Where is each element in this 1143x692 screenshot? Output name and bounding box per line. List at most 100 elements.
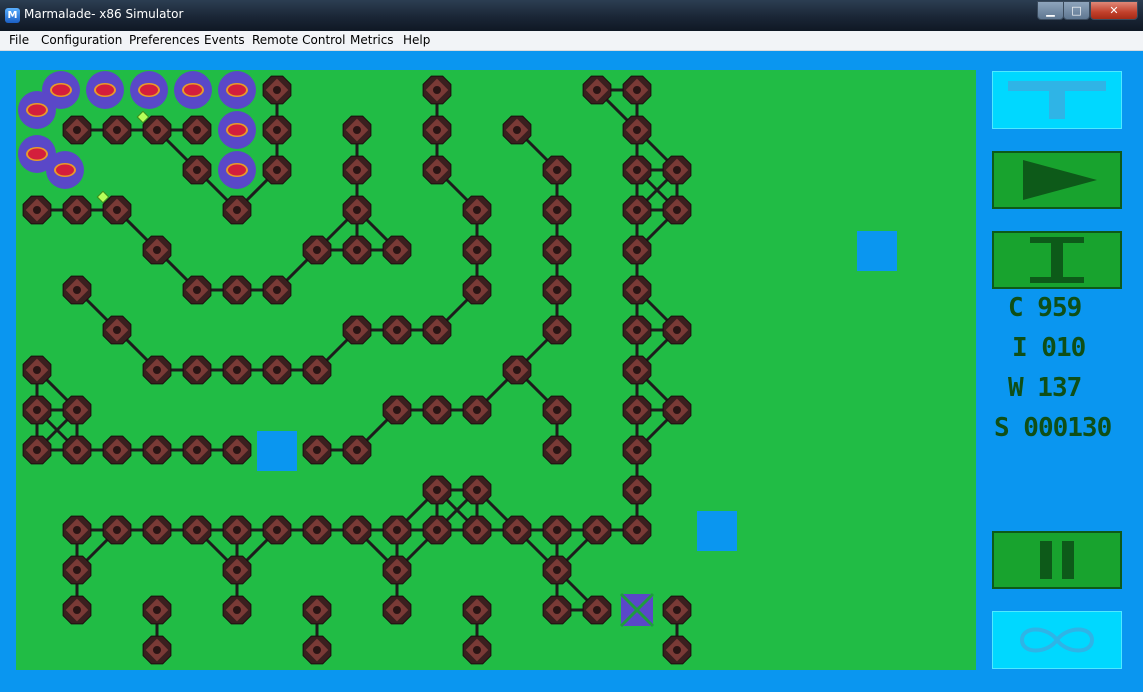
path-node[interactable] <box>262 355 292 385</box>
path-node[interactable] <box>262 155 292 185</box>
path-node[interactable] <box>142 355 172 385</box>
path-node[interactable] <box>342 155 372 185</box>
path-node[interactable] <box>382 315 412 345</box>
path-node[interactable] <box>462 515 492 545</box>
path-node[interactable] <box>582 515 612 545</box>
path-node[interactable] <box>62 515 92 545</box>
path-node[interactable] <box>302 635 332 665</box>
game-board[interactable] <box>16 70 976 670</box>
path-node[interactable] <box>462 595 492 625</box>
menu-preferences[interactable]: Preferences <box>129 33 200 47</box>
path-node[interactable] <box>662 195 692 225</box>
path-node[interactable] <box>222 195 252 225</box>
path-node[interactable] <box>62 435 92 465</box>
path-node[interactable] <box>542 315 572 345</box>
path-node[interactable] <box>422 515 452 545</box>
path-node[interactable] <box>422 395 452 425</box>
path-node[interactable] <box>262 115 292 145</box>
path-node[interactable] <box>422 115 452 145</box>
path-node[interactable] <box>22 195 52 225</box>
path-node[interactable] <box>422 75 452 105</box>
path-node[interactable] <box>342 515 372 545</box>
path-node[interactable] <box>382 515 412 545</box>
path-node[interactable] <box>422 155 452 185</box>
path-node[interactable] <box>382 555 412 585</box>
path-node[interactable] <box>662 155 692 185</box>
path-node[interactable] <box>542 235 572 265</box>
path-node[interactable] <box>342 195 372 225</box>
path-node[interactable] <box>262 75 292 105</box>
path-node[interactable] <box>542 555 572 585</box>
path-node[interactable] <box>622 195 652 225</box>
path-node[interactable] <box>222 435 252 465</box>
path-node[interactable] <box>222 275 252 305</box>
infinity-button[interactable] <box>992 611 1122 669</box>
path-node[interactable] <box>62 195 92 225</box>
path-node[interactable] <box>622 235 652 265</box>
path-node[interactable] <box>502 515 532 545</box>
path-node[interactable] <box>102 515 132 545</box>
path-node[interactable] <box>622 435 652 465</box>
path-node[interactable] <box>542 195 572 225</box>
path-node[interactable] <box>182 515 212 545</box>
path-node[interactable] <box>102 115 132 145</box>
path-node[interactable] <box>62 275 92 305</box>
path-node[interactable] <box>102 195 132 225</box>
path-node[interactable] <box>462 235 492 265</box>
path-node[interactable] <box>102 435 132 465</box>
path-node[interactable] <box>182 275 212 305</box>
path-node[interactable] <box>62 555 92 585</box>
path-node[interactable] <box>182 435 212 465</box>
menu-metrics[interactable]: Metrics <box>350 33 394 47</box>
minimize-button[interactable]: ▁ <box>1037 1 1064 20</box>
path-node[interactable] <box>622 355 652 385</box>
path-node[interactable] <box>622 395 652 425</box>
path-node[interactable] <box>462 195 492 225</box>
path-node[interactable] <box>142 515 172 545</box>
path-node[interactable] <box>142 235 172 265</box>
path-node[interactable] <box>182 155 212 185</box>
path-node[interactable] <box>22 435 52 465</box>
path-node[interactable] <box>622 115 652 145</box>
path-node[interactable] <box>342 235 372 265</box>
path-node[interactable] <box>22 395 52 425</box>
path-node[interactable] <box>622 75 652 105</box>
path-node[interactable] <box>662 595 692 625</box>
path-node[interactable] <box>582 75 612 105</box>
path-node[interactable] <box>542 395 572 425</box>
path-node[interactable] <box>342 435 372 465</box>
close-button[interactable]: ✕ <box>1090 1 1138 20</box>
tower-button[interactable] <box>992 71 1122 129</box>
play-button[interactable] <box>992 151 1122 209</box>
path-node[interactable] <box>622 515 652 545</box>
path-node[interactable] <box>462 395 492 425</box>
path-node[interactable] <box>142 115 172 145</box>
path-node[interactable] <box>302 355 332 385</box>
path-node[interactable] <box>462 475 492 505</box>
path-node[interactable] <box>542 155 572 185</box>
path-node[interactable] <box>622 315 652 345</box>
path-node[interactable] <box>102 315 132 345</box>
path-node[interactable] <box>222 515 252 545</box>
x-box-icon[interactable] <box>619 592 655 628</box>
path-node[interactable] <box>262 275 292 305</box>
path-node[interactable] <box>582 595 612 625</box>
board-canvas[interactable] <box>16 70 976 670</box>
path-node[interactable] <box>222 355 252 385</box>
path-node[interactable] <box>142 595 172 625</box>
path-node[interactable] <box>302 235 332 265</box>
maximize-button[interactable]: □ <box>1063 1 1090 20</box>
path-node[interactable] <box>662 315 692 345</box>
path-node[interactable] <box>422 315 452 345</box>
path-node[interactable] <box>62 115 92 145</box>
path-node[interactable] <box>462 635 492 665</box>
pause-button[interactable] <box>992 531 1122 589</box>
path-node[interactable] <box>182 115 212 145</box>
path-node[interactable] <box>622 475 652 505</box>
menu-configuration[interactable]: Configuration <box>41 33 122 47</box>
path-node[interactable] <box>662 395 692 425</box>
path-node[interactable] <box>302 595 332 625</box>
path-node[interactable] <box>62 595 92 625</box>
path-node[interactable] <box>182 355 212 385</box>
path-node[interactable] <box>542 515 572 545</box>
